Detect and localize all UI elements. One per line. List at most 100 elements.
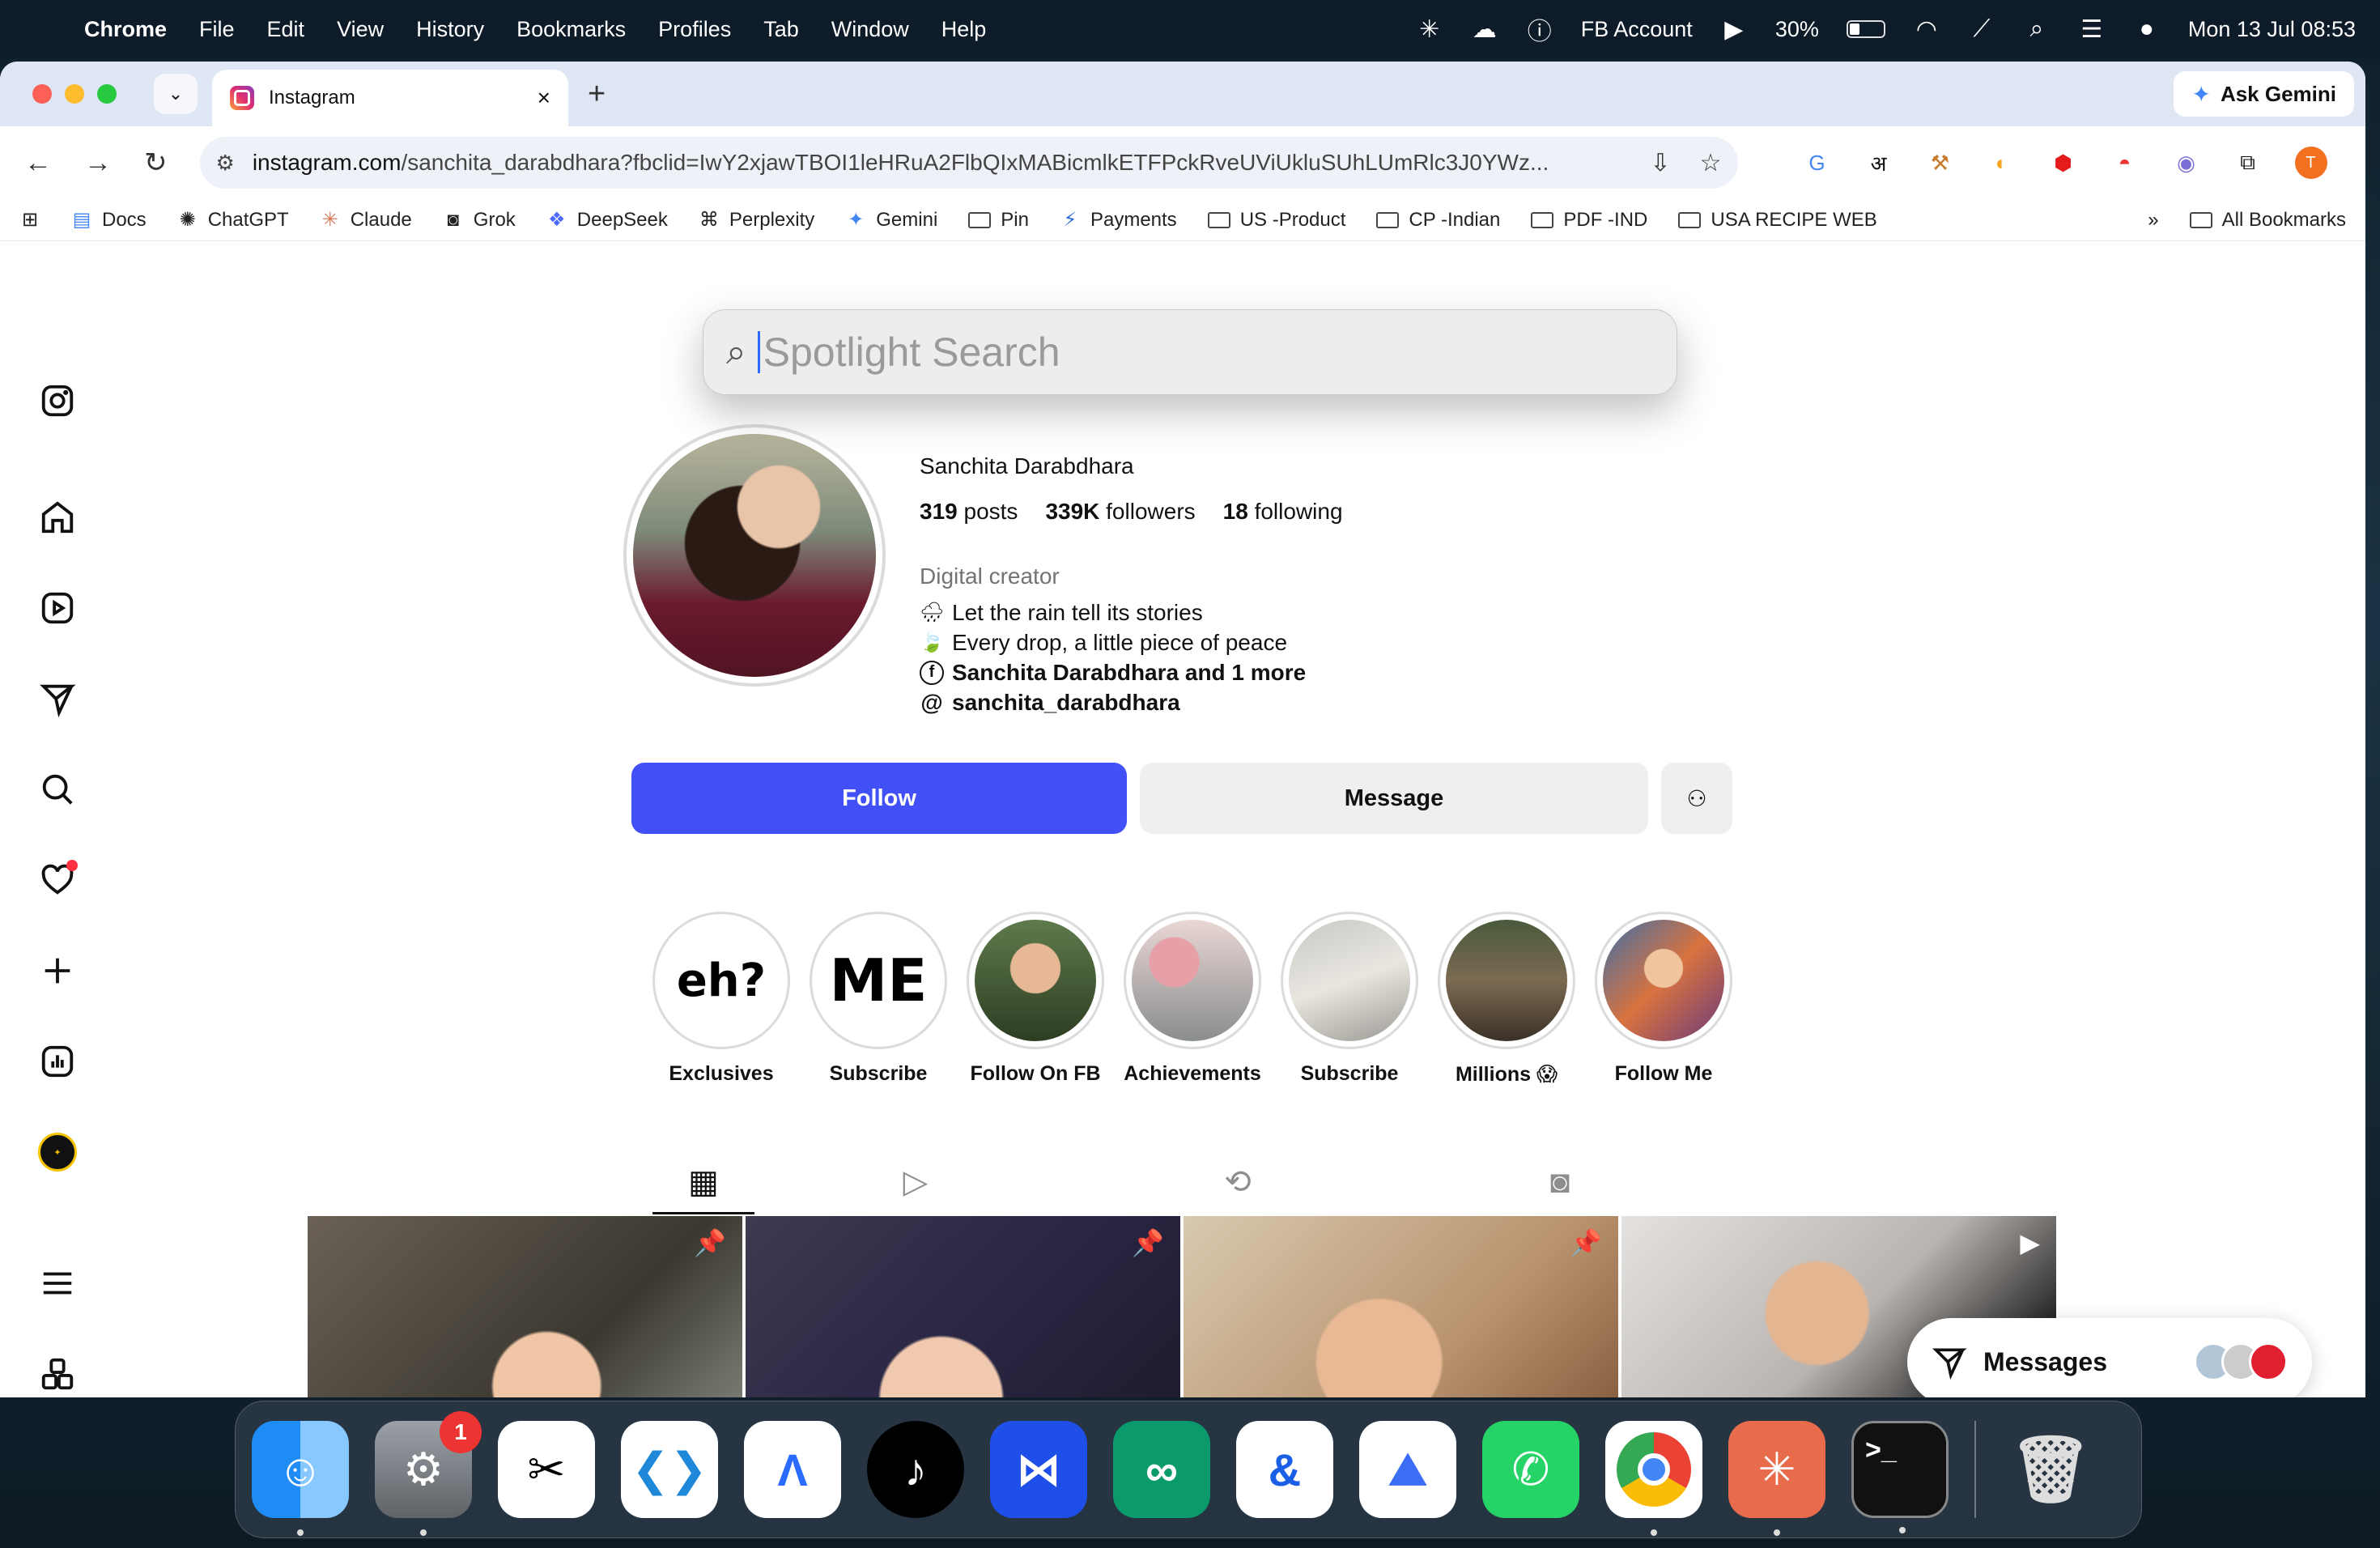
post-thumbnail[interactable]: 📌 [746, 1216, 1180, 1397]
bookmark-grok[interactable]: ◙ Grok [443, 209, 516, 232]
sparkle-tray-icon[interactable]: ✳ [1416, 15, 1443, 44]
profile-avatar-small[interactable]: ✦ [37, 1132, 78, 1172]
bookmark-claude[interactable]: ✳ Claude [320, 208, 412, 232]
extensions-puzzle-icon[interactable]: ⧉ [2233, 148, 2263, 177]
bookmark-pdf-ind[interactable]: PDF -IND [1531, 209, 1647, 232]
insights-chart-icon[interactable] [37, 1041, 78, 1082]
dock-go-icon[interactable]: ∞ [1113, 1421, 1210, 1518]
reels-icon[interactable] [37, 588, 78, 628]
threads-link[interactable]: @ sanchita_darabdhara [920, 687, 1306, 717]
bookmark-star-icon[interactable]: ☆ [1700, 149, 1722, 177]
post-thumbnail[interactable]: 📌 [1184, 1216, 1618, 1397]
google-translate-icon[interactable]: G [1803, 148, 1832, 177]
home-icon[interactable] [37, 497, 78, 538]
bookmark-us-product[interactable]: US -Product [1207, 209, 1345, 232]
tab-posts-grid[interactable]: ▦ [652, 1150, 754, 1214]
menu-bookmarks[interactable]: Bookmarks [516, 17, 626, 42]
install-app-icon[interactable]: ⇩ [1650, 149, 1670, 177]
messages-floating-button[interactable]: Messages [1907, 1318, 2312, 1397]
bookmark-deepseek[interactable]: ❖ DeepSeek [546, 208, 668, 232]
spotlight-search-bar[interactable]: ⌕ [703, 309, 1677, 395]
message-button[interactable]: Message [1140, 763, 1648, 834]
menu-app-name[interactable]: Chrome [84, 17, 167, 42]
menu-edit[interactable]: Edit [267, 17, 305, 42]
dock-tiktok-icon[interactable]: ♪ [867, 1421, 964, 1518]
bookmark-usa-recipe-web[interactable]: USA RECIPE WEB [1678, 209, 1877, 232]
dock-whatsapp-icon[interactable]: ✆ [1482, 1421, 1579, 1518]
dock-capcut-icon[interactable]: ✂ [498, 1421, 595, 1518]
menu-tab[interactable]: Tab [763, 17, 799, 42]
dock-ampersand-app-icon[interactable]: & [1236, 1421, 1333, 1518]
ask-gemini-button[interactable]: ✦ Ask Gemini [2174, 71, 2354, 117]
direct-messages-icon[interactable] [37, 678, 78, 719]
dock-trash-icon[interactable]: 🗑 [2002, 1421, 2099, 1518]
menubar-clock[interactable]: Mon 13 Jul 08:53 [2188, 17, 2356, 42]
tab-search-chevron-icon[interactable]: ⌄ [154, 74, 198, 114]
dock-vscode-icon[interactable]: ❮❯ [621, 1421, 718, 1518]
tab-reels[interactable]: ▷ [754, 1150, 1077, 1214]
menu-history[interactable]: History [416, 17, 484, 42]
bookmark-gemini[interactable]: ✦ Gemini [845, 208, 937, 232]
back-icon[interactable]: ← [24, 147, 52, 179]
followers-count[interactable]: 339K followers [1045, 499, 1195, 525]
dock-nordvpn-icon[interactable]: ⛰ [1359, 1421, 1456, 1518]
bookmark-perplexity[interactable]: ⌘ Perplexity [699, 208, 814, 232]
highlight-exclusives[interactable]: eh? Exclusives [652, 912, 790, 1087]
profile-avatar[interactable]: T [2294, 147, 2327, 179]
facebook-link[interactable]: f Sanchita Darabdhara and 1 more [920, 657, 1306, 687]
search-tray-icon[interactable]: ⌕ [2023, 15, 2051, 43]
tab-reposts[interactable]: ⟲ [1077, 1150, 1399, 1214]
forward-icon[interactable]: → [84, 147, 112, 179]
spotlight-search-input[interactable] [763, 329, 1654, 376]
profile-picture[interactable] [623, 424, 886, 687]
wifi-icon[interactable]: ◠ [1913, 15, 1940, 44]
colorful-extension-icon[interactable]: ◐ [1987, 148, 2017, 177]
highlight-subscribe-2[interactable]: Subscribe [1281, 912, 1418, 1087]
posts-count[interactable]: 319 posts [920, 499, 1018, 525]
broadcast-extension-icon[interactable]: ◉ [2172, 148, 2201, 177]
dock-claude-icon[interactable]: ✳ [1728, 1421, 1825, 1536]
tab-instagram[interactable]: Instagram × [212, 70, 568, 126]
more-bookmarks-chevron-icon[interactable]: » [2148, 209, 2158, 232]
site-settings-icon[interactable]: ⚙ [216, 151, 235, 176]
instagram-logo-icon[interactable] [37, 381, 78, 421]
dock-terminal-icon[interactable]: >_ [1851, 1421, 1949, 1533]
menu-hamburger-icon[interactable] [37, 1263, 78, 1303]
dock-chrome-icon[interactable] [1605, 1421, 1702, 1536]
bookmark-pin[interactable]: Pin [968, 209, 1029, 232]
bookmark-chatgpt[interactable]: ✺ ChatGPT [177, 208, 289, 232]
follow-button[interactable]: Follow [631, 763, 1127, 834]
url-text[interactable]: instagram.com/sanchita_darabdhara?fbclid… [253, 150, 1621, 176]
all-bookmarks[interactable]: All Bookmarks [2189, 209, 2346, 232]
accessibility-tray-icon[interactable]: ⓘ [1526, 11, 1553, 47]
adblock-extension-icon[interactable]: ⬢ [2049, 148, 2078, 177]
battery-icon[interactable] [1846, 20, 1885, 38]
reload-icon[interactable]: ↻ [144, 147, 168, 179]
dock-finder-icon[interactable]: ☺ [252, 1421, 349, 1536]
menu-window[interactable]: Window [831, 17, 909, 42]
pen-tray-icon[interactable]: ⟋ [1968, 15, 1995, 43]
play-tray-icon[interactable]: ▶ [1720, 15, 1748, 44]
address-bar[interactable]: ⚙ instagram.com/sanchita_darabdhara?fbcl… [199, 137, 1738, 189]
zoom-window-button[interactable] [97, 84, 117, 104]
pokeball-extension-icon[interactable]: ◓ [2110, 148, 2140, 177]
post-thumbnail[interactable]: 📌 [308, 1216, 742, 1397]
highlight-subscribe[interactable]: ME Subscribe [810, 912, 947, 1087]
create-plus-icon[interactable] [37, 950, 78, 991]
bookmark-payments[interactable]: ⚡ Payments [1060, 208, 1177, 232]
siri-icon[interactable]: ● [2133, 15, 2161, 43]
menu-help[interactable]: Help [941, 17, 987, 42]
highlight-follow-on-fb[interactable]: Follow On FB [967, 912, 1104, 1087]
dock-arc-icon[interactable]: Λ [744, 1421, 841, 1518]
bookmark-cp-indian[interactable]: CP -Indian [1376, 209, 1500, 232]
hindi-input-icon[interactable]: अ [1864, 148, 1893, 177]
close-window-button[interactable] [32, 84, 52, 104]
following-count[interactable]: 18 following [1223, 499, 1343, 525]
notifications-heart-icon[interactable] [37, 860, 78, 900]
tab-tagged[interactable]: ◙ [1399, 1150, 1721, 1214]
menu-profiles[interactable]: Profiles [658, 17, 731, 42]
close-tab-icon[interactable]: × [538, 85, 550, 111]
apps-grid-icon[interactable]: ⊞ [19, 208, 40, 232]
dock-system-settings-icon[interactable]: ⚙ 1 [375, 1411, 482, 1536]
tools-extension-icon[interactable]: ⚒ [1926, 148, 1955, 177]
